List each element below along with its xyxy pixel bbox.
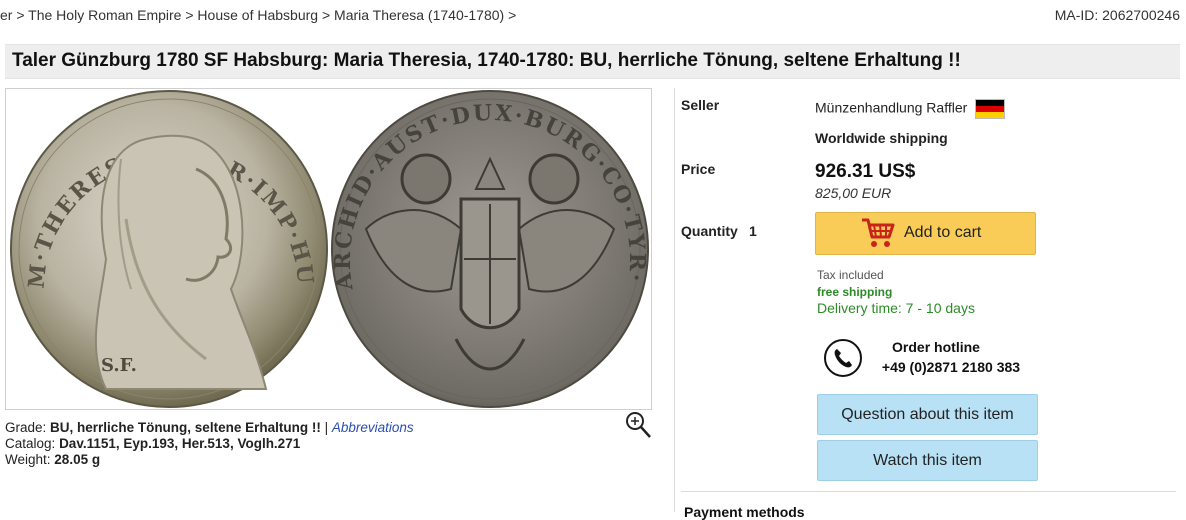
coin-image[interactable]: M·THERESIA·D·G·R·IMP·HU·BO·REG· S.F. ARC… <box>5 88 652 410</box>
breadcrumb-separator: > <box>185 7 194 23</box>
title-bar: Taler Günzburg 1780 SF Habsburg: Maria T… <box>5 44 1180 79</box>
grade-row: Grade: BU, herrliche Tönung, seltene Erh… <box>5 420 414 436</box>
breadcrumb-item-habsburg[interactable]: House of Habsburg <box>197 7 318 23</box>
add-to-cart-button[interactable]: Add to cart <box>815 212 1036 255</box>
breadcrumb-separator: > <box>508 7 517 23</box>
catalog-row: Catalog: Dav.1151, Eyp.193, Her.513, Vog… <box>5 436 414 452</box>
weight-row: Weight: 28.05 g <box>5 452 414 468</box>
quantity-value: 1 <box>749 223 757 239</box>
breadcrumb-item-region[interactable]: er <box>0 7 12 23</box>
breadcrumb-item-empire[interactable]: The Holy Roman Empire <box>28 7 181 23</box>
add-to-cart-label: Add to cart <box>904 224 982 241</box>
obverse-mintmark: S.F. <box>101 355 137 376</box>
weight-label: Weight: <box>5 452 51 467</box>
column-divider <box>674 88 675 512</box>
catalog-label: Catalog: <box>5 436 56 451</box>
grade-label: Grade: <box>5 420 47 435</box>
grade-pipe: | <box>324 420 329 435</box>
seller-name[interactable]: Münzenhandlung Raffler <box>815 100 967 116</box>
catalog-value: Dav.1151, Eyp.193, Her.513, Voglh.271 <box>59 436 301 451</box>
seller-label: Seller <box>681 97 720 113</box>
seller-row: Münzenhandlung Raffler <box>815 99 1006 119</box>
abbreviations-link[interactable]: Abbreviations <box>332 420 414 435</box>
watch-button[interactable]: Watch this item <box>817 440 1038 481</box>
cart-icon <box>862 218 895 247</box>
page-title: Taler Günzburg 1780 SF Habsburg: Maria T… <box>12 50 961 71</box>
delivery-time: Delivery time: 7 - 10 days <box>817 300 975 316</box>
quantity-label: Quantity <box>681 223 738 239</box>
ma-id: MA-ID: 2062700246 <box>1054 7 1180 23</box>
section-divider <box>681 491 1176 492</box>
free-shipping: free shipping <box>817 285 893 299</box>
price-label: Price <box>681 161 716 177</box>
item-details: Grade: BU, herrliche Tönung, seltene Erh… <box>5 420 414 468</box>
breadcrumb-separator: > <box>16 7 25 23</box>
breadcrumb-item-maria-theresa[interactable]: Maria Theresa (1740-1780) <box>334 7 504 23</box>
price-usd: 926.31 US$ <box>815 161 916 182</box>
germany-flag-icon <box>975 99 1006 119</box>
phone-icon <box>824 339 862 377</box>
order-hotline-title: Order hotline <box>892 339 980 355</box>
worldwide-shipping: Worldwide shipping <box>815 130 948 146</box>
question-button[interactable]: Question about this item <box>817 394 1038 435</box>
coin-photo: M·THERESIA·D·G·R·IMP·HU·BO·REG· S.F. ARC… <box>6 89 649 408</box>
order-hotline-number: +49 (0)2871 2180 383 <box>881 359 1021 375</box>
grade-value: BU, herrliche Tönung, seltene Erhaltung … <box>50 420 321 435</box>
weight-value: 28.05 g <box>54 452 101 467</box>
tax-included: Tax included <box>817 268 884 282</box>
breadcrumb: er > The Holy Roman Empire > House of Ha… <box>0 7 516 23</box>
payment-methods-heading: Payment methods <box>684 504 805 520</box>
price-eur: 825,00 EUR <box>815 185 892 201</box>
breadcrumb-separator: > <box>321 7 331 23</box>
zoom-icon[interactable] <box>624 410 652 440</box>
